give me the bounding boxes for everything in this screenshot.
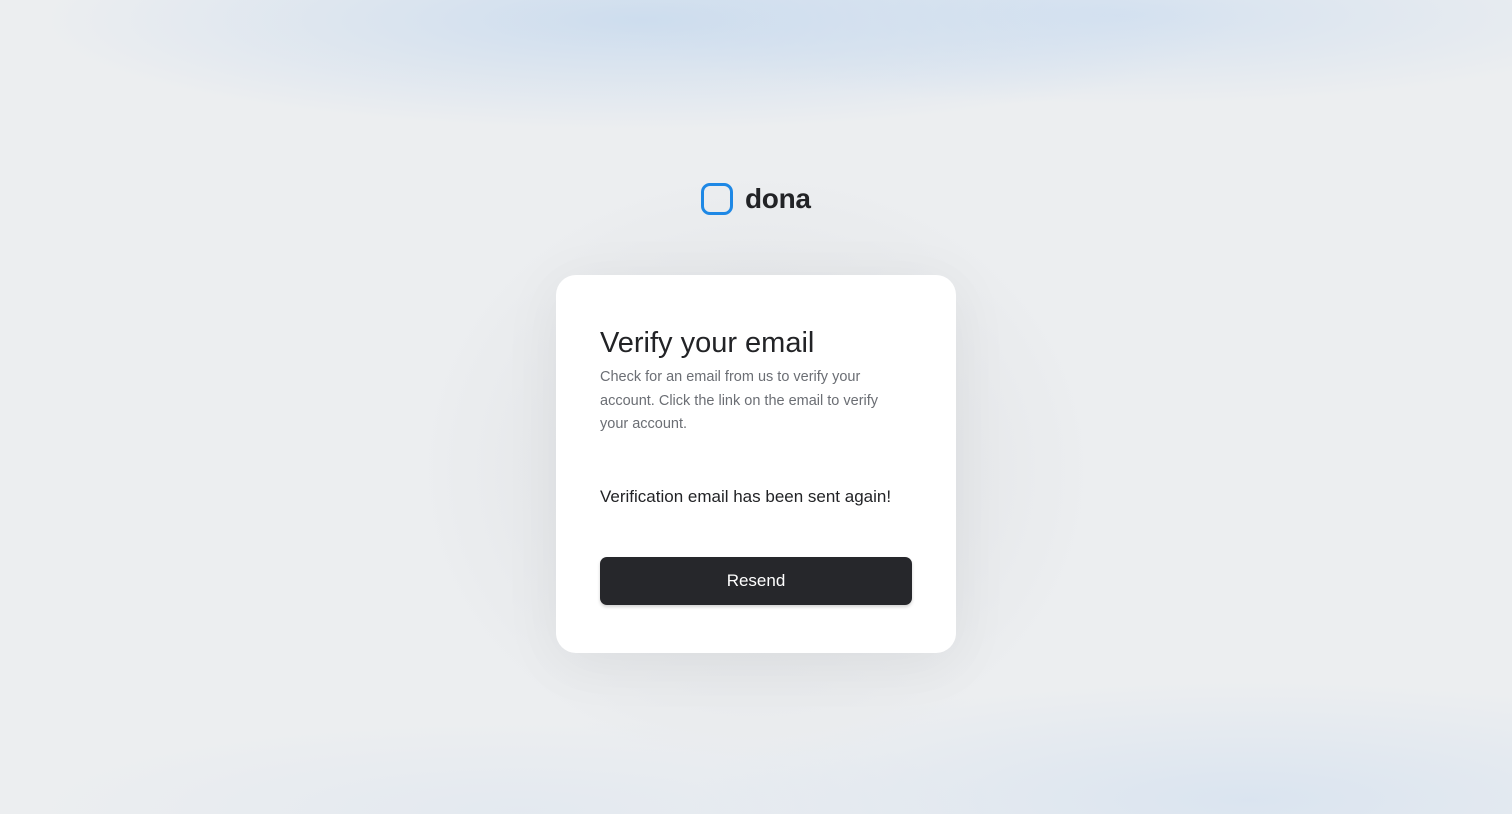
verify-email-card: Verify your email Check for an email fro…: [556, 275, 956, 653]
rounded-square-icon: [701, 183, 733, 215]
brand-name: dona: [745, 183, 811, 214]
brand-logo: dona: [701, 183, 811, 215]
card-title: Verify your email: [600, 327, 815, 359]
resend-button[interactable]: Resend: [600, 557, 912, 605]
card-description: Check for an email from us to verify you…: [600, 369, 879, 432]
status-message: Verification email has been sent again!: [600, 487, 892, 506]
